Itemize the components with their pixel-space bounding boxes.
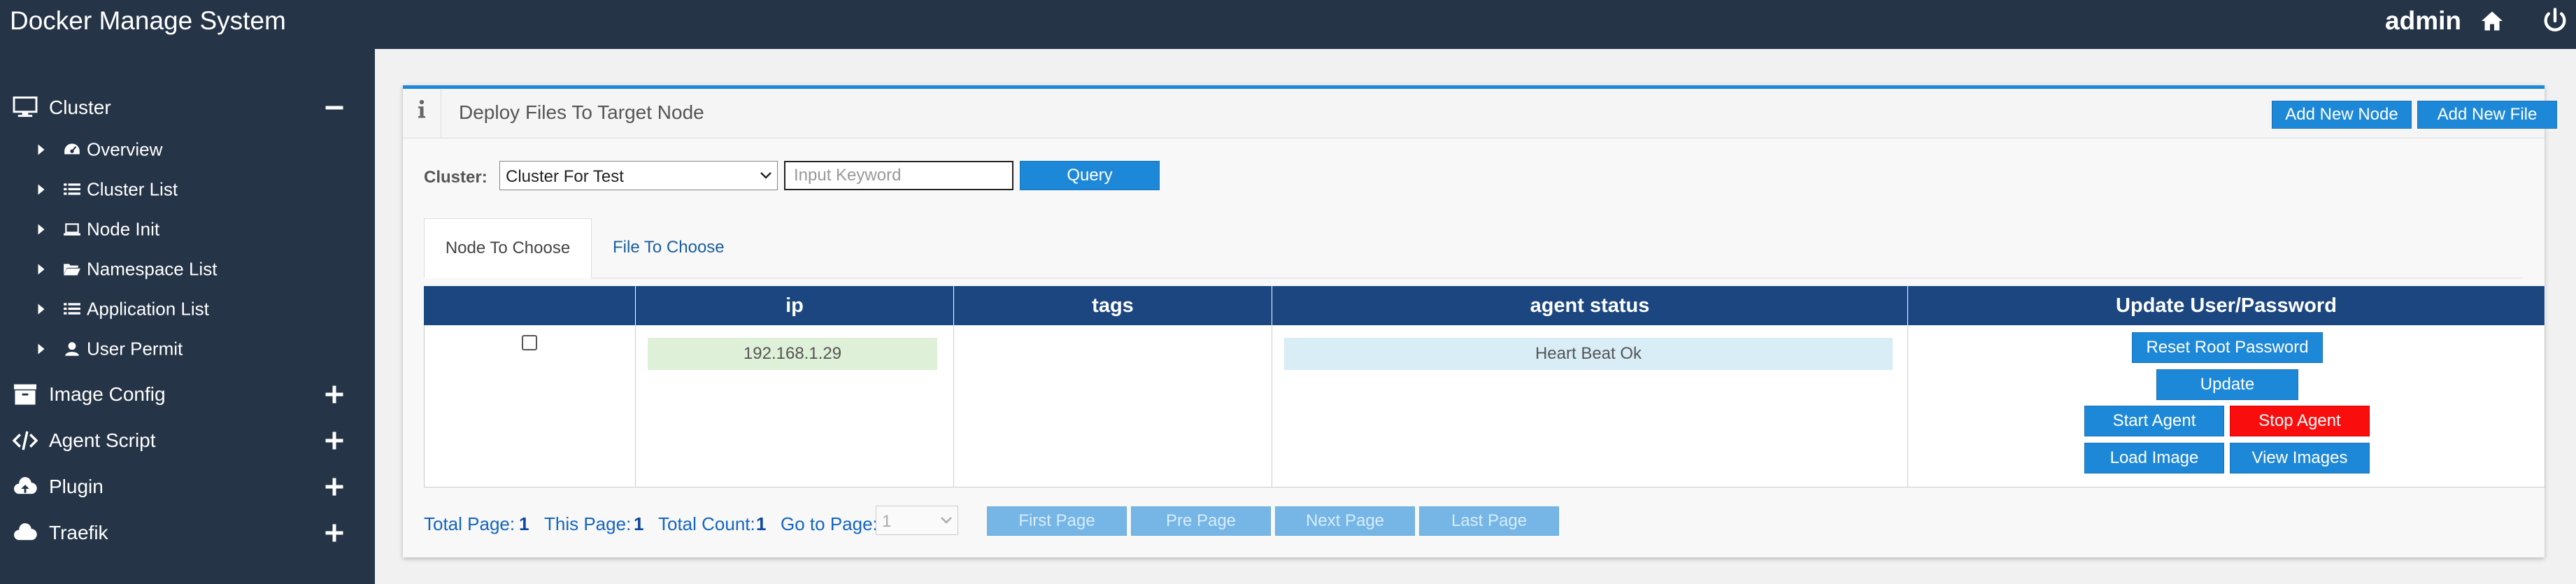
sidebar-group-image-config[interactable]: Image Config bbox=[0, 373, 375, 415]
caret-right-icon bbox=[38, 264, 45, 275]
caret-right-icon bbox=[38, 144, 45, 155]
actions-cell: Reset Root Password Update Start Agent S… bbox=[1908, 325, 2545, 487]
ip-value: 192.168.1.29 bbox=[648, 338, 937, 370]
caret-right-icon bbox=[38, 343, 45, 355]
update-button[interactable]: Update bbox=[2156, 369, 2298, 400]
total-page-label: Total Page: bbox=[424, 513, 515, 534]
keyword-input[interactable] bbox=[784, 161, 1013, 190]
pre-page-button[interactable]: Pre Page bbox=[1131, 506, 1271, 536]
last-page-button[interactable]: Last Page bbox=[1419, 506, 1559, 536]
current-user[interactable]: admin bbox=[2385, 0, 2461, 42]
plus-icon[interactable] bbox=[324, 476, 345, 497]
chevron-down-icon bbox=[760, 172, 771, 179]
sidebar-group-label: Agent Script bbox=[49, 429, 156, 451]
info-icon bbox=[418, 99, 425, 118]
main-content: Deploy Files To Target Node Add New Node… bbox=[375, 49, 2576, 584]
panel-header: Deploy Files To Target Node Add New Node… bbox=[403, 89, 2557, 138]
sidebar-group-agent-script[interactable]: Agent Script bbox=[0, 420, 375, 462]
ip-cell: 192.168.1.29 bbox=[636, 325, 954, 487]
column-header-update-user-password: Update User/Password bbox=[1908, 286, 2545, 325]
first-page-button[interactable]: First Page bbox=[987, 506, 1127, 536]
sidebar-item-cluster-list[interactable]: Cluster List bbox=[0, 173, 375, 206]
caret-right-icon bbox=[38, 304, 45, 315]
sidebar-group-cluster[interactable]: Cluster bbox=[0, 87, 375, 129]
panel-title: Deploy Files To Target Node bbox=[459, 101, 704, 123]
reset-root-password-button[interactable]: Reset Root Password bbox=[2132, 332, 2323, 363]
sidebar-item-label: Overview bbox=[87, 138, 163, 160]
cluster-select-value: Cluster For Test bbox=[506, 167, 624, 186]
this-page-value: 1 bbox=[634, 513, 644, 534]
tab-file-to-choose[interactable]: File To Choose bbox=[613, 218, 753, 278]
user-icon bbox=[65, 342, 79, 356]
view-images-button[interactable]: View Images bbox=[2230, 443, 2370, 473]
next-page-button[interactable]: Next Page bbox=[1275, 506, 1415, 536]
stop-agent-button[interactable]: Stop Agent bbox=[2230, 406, 2370, 436]
list-icon bbox=[64, 183, 80, 195]
column-header-select bbox=[424, 286, 636, 325]
home-icon[interactable] bbox=[2479, 8, 2505, 34]
load-image-button[interactable]: Load Image bbox=[2084, 443, 2224, 473]
cluster-select[interactable]: Cluster For Test bbox=[499, 161, 778, 190]
sidebar: Cluster Overview Cluster List Node Init bbox=[0, 49, 375, 584]
sidebar-item-label: User Permit bbox=[87, 338, 183, 359]
plus-icon[interactable] bbox=[324, 430, 345, 451]
tab-node-to-choose[interactable]: Node To Choose bbox=[424, 218, 592, 278]
table-row bbox=[424, 325, 636, 487]
tags-cell bbox=[954, 325, 1272, 487]
total-count-label: Total Count: bbox=[658, 513, 755, 534]
monitor-icon bbox=[13, 97, 38, 117]
sidebar-item-user-permit[interactable]: User Permit bbox=[0, 332, 375, 366]
column-header-ip: ip bbox=[636, 286, 954, 325]
caret-right-icon bbox=[38, 224, 45, 235]
top-header: Docker Manage System admin bbox=[0, 0, 2576, 49]
sidebar-group-plugin[interactable]: Plugin bbox=[0, 466, 375, 508]
list-icon bbox=[64, 303, 80, 315]
laptop-icon bbox=[64, 223, 80, 236]
sidebar-group-label: Traefik bbox=[49, 522, 108, 543]
cloud-icon bbox=[14, 523, 37, 541]
agent-status-value: Heart Beat Ok bbox=[1284, 338, 1893, 370]
deploy-panel: Deploy Files To Target Node Add New Node… bbox=[403, 85, 2557, 557]
cluster-label: Cluster: bbox=[424, 168, 488, 187]
this-page-label: This Page: bbox=[544, 513, 632, 534]
sidebar-group-label: Image Config bbox=[49, 383, 166, 405]
minus-icon[interactable] bbox=[324, 97, 345, 118]
caret-right-icon bbox=[38, 184, 45, 195]
query-button[interactable]: Query bbox=[1020, 161, 1160, 190]
sidebar-group-traefik[interactable]: Traefik bbox=[0, 512, 375, 554]
go-to-page-label: Go to Page: bbox=[781, 513, 878, 534]
sidebar-item-label: Namespace List bbox=[87, 258, 218, 280]
sidebar-item-namespace-list[interactable]: Namespace List bbox=[0, 252, 375, 286]
sidebar-item-application-list[interactable]: Application List bbox=[0, 292, 375, 326]
go-to-page-select[interactable]: 1 bbox=[876, 506, 958, 535]
add-new-node-button[interactable]: Add New Node bbox=[2272, 101, 2412, 129]
column-header-tags: tags bbox=[954, 286, 1272, 325]
start-agent-button[interactable]: Start Agent bbox=[2084, 406, 2224, 436]
total-page-value: 1 bbox=[519, 513, 529, 534]
go-to-page-value: 1 bbox=[882, 512, 892, 531]
agent-status-cell: Heart Beat Ok bbox=[1272, 325, 1908, 487]
folder-open-icon bbox=[64, 264, 80, 276]
plus-icon[interactable] bbox=[324, 522, 345, 543]
sidebar-item-node-init[interactable]: Node Init bbox=[0, 213, 375, 246]
chevron-down-icon bbox=[941, 517, 952, 524]
sidebar-group-label: Plugin bbox=[49, 476, 104, 497]
code-icon bbox=[13, 431, 38, 450]
sidebar-group-label: Cluster bbox=[49, 97, 111, 118]
column-header-agent-status: agent status bbox=[1272, 286, 1908, 325]
sidebar-item-label: Application List bbox=[87, 298, 209, 320]
sidebar-item-overview[interactable]: Overview bbox=[0, 133, 375, 166]
archive-icon bbox=[14, 384, 36, 405]
cloud-upload-icon bbox=[14, 477, 37, 494]
plus-icon[interactable] bbox=[324, 384, 345, 405]
power-icon[interactable] bbox=[2541, 7, 2569, 35]
row-checkbox[interactable] bbox=[522, 335, 537, 350]
dashboard-icon bbox=[64, 143, 80, 155]
sidebar-item-label: Node Init bbox=[87, 218, 160, 240]
add-new-file-button[interactable]: Add New File bbox=[2417, 101, 2557, 129]
total-count-value: 1 bbox=[756, 513, 767, 534]
sidebar-item-label: Cluster List bbox=[87, 178, 178, 200]
app-title[interactable]: Docker Manage System bbox=[10, 0, 286, 42]
